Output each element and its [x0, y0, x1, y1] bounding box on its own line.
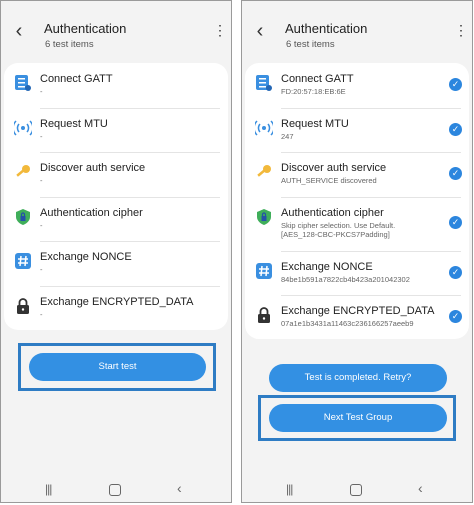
test-item-exchange-encrypted-data[interactable]: Exchange ENCRYPTED_DATA - [4, 285, 228, 331]
test-item-name: Exchange ENCRYPTED_DATA [40, 295, 194, 308]
next-test-group-button[interactable]: Next Test Group [269, 404, 447, 432]
recent-apps-icon[interactable]: ||| [45, 482, 52, 496]
test-item-name: Discover auth service [40, 162, 146, 174]
page-subtitle: 6 test items [45, 39, 94, 50]
test-item-name: Discover auth service [281, 162, 387, 174]
test-item-name: Exchange NONCE [281, 260, 373, 273]
test-item-name: Connect GATT [281, 73, 354, 85]
back-arrow-icon[interactable]: ‹ [9, 21, 29, 43]
more-options-icon[interactable]: ⋮ [213, 23, 227, 37]
hash-icon [256, 262, 272, 279]
test-item-result: - [40, 176, 43, 185]
test-item-request-mtu[interactable]: Request MTU 247 ✓ [245, 107, 469, 153]
check-icon: ✓ [449, 167, 462, 180]
start-test-button[interactable]: Start test [29, 353, 206, 381]
key-icon [257, 165, 271, 177]
nav-back-icon[interactable]: ‹ [418, 480, 423, 496]
test-item-result: FD:20:57:18:EB:6E [281, 87, 346, 96]
test-list: Connect GATT - Request MTU - Discover au… [4, 63, 228, 330]
test-list: Connect GATT FD:20:57:18:EB:6E ✓ Request… [245, 63, 469, 339]
test-item-authentication-cipher[interactable]: Authentication cipher - [4, 196, 228, 242]
test-item-discover-auth-service[interactable]: Discover auth service AUTH_SERVICE disco… [245, 152, 469, 197]
shield-icon [16, 208, 30, 225]
check-icon: ✓ [449, 310, 462, 323]
status-bar [1, 1, 231, 15]
test-item-name: Exchange NONCE [40, 251, 132, 263]
back-arrow-icon[interactable]: ‹ [250, 21, 270, 43]
test-item-name: Connect GATT [40, 73, 113, 85]
test-item-name: Authentication cipher [40, 206, 143, 219]
app-header: ‹ Authentication 6 test items ⋮ [1, 15, 231, 59]
test-item-exchange-nonce[interactable]: Exchange NONCE 84be1b591a7822cb4b423a201… [245, 250, 469, 296]
test-item-exchange-nonce[interactable]: Exchange NONCE - [4, 241, 228, 286]
signal-icon [255, 119, 273, 136]
checklist-icon [15, 75, 31, 91]
system-nav-bar: ||| ‹ [1, 478, 231, 502]
test-item-result: - [40, 309, 43, 319]
test-item-result: AUTH_SERVICE discovered [281, 176, 377, 185]
hash-icon [15, 253, 31, 269]
more-options-icon[interactable]: ⋮ [454, 23, 468, 37]
page-title: Authentication [44, 21, 127, 36]
phone-screen-right: ‹ Authentication 6 test items ⋮ Connect … [241, 0, 473, 503]
shield-icon [257, 208, 271, 225]
key-icon [16, 165, 30, 177]
home-icon[interactable] [350, 484, 362, 496]
lock-icon [17, 297, 29, 314]
nav-back-icon[interactable]: ‹ [177, 480, 182, 496]
checklist-icon [256, 75, 272, 91]
test-item-connect-gatt[interactable]: Connect GATT FD:20:57:18:EB:6E ✓ [245, 63, 469, 108]
test-item-result: 247 [281, 131, 294, 141]
test-item-result: - [40, 131, 43, 141]
test-item-result: 07a1e1b3431a11463c236166257aeeb9 [281, 319, 414, 328]
test-item-result: 84be1b591a7822cb4b423a201042302 [281, 274, 410, 284]
page-subtitle: 6 test items [286, 39, 335, 50]
test-item-result: - [40, 220, 43, 230]
test-item-result: - [40, 265, 43, 274]
test-item-discover-auth-service[interactable]: Discover auth service - [4, 152, 228, 197]
home-icon[interactable] [109, 484, 121, 496]
test-item-connect-gatt[interactable]: Connect GATT - [4, 63, 228, 108]
test-item-name: Exchange ENCRYPTED_DATA [281, 305, 435, 317]
test-item-name: Authentication cipher [281, 206, 384, 219]
check-icon: ✓ [449, 215, 462, 229]
signal-icon [14, 119, 32, 136]
lock-icon [258, 307, 270, 323]
test-item-exchange-encrypted-data[interactable]: Exchange ENCRYPTED_DATA 07a1e1b3431a1146… [245, 295, 469, 340]
app-header: ‹ Authentication 6 test items ⋮ [242, 15, 472, 59]
test-item-name: Request MTU [281, 117, 349, 130]
phone-screen-left: ‹ Authentication 6 test items ⋮ Connect … [0, 0, 232, 503]
recent-apps-icon[interactable]: ||| [286, 482, 293, 496]
test-item-request-mtu[interactable]: Request MTU - [4, 107, 228, 153]
retry-button[interactable]: Test is completed. Retry? [269, 364, 447, 392]
test-item-name: Request MTU [40, 117, 108, 130]
status-bar [242, 1, 472, 15]
test-item-result: - [40, 87, 43, 96]
test-item-authentication-cipher[interactable]: Authentication cipher Skip cipher select… [245, 196, 469, 251]
test-item-result: Skip cipher selection. Use Default. [AES… [281, 220, 396, 240]
check-icon: ✓ [449, 265, 462, 279]
system-nav-bar: ||| ‹ [242, 478, 472, 502]
page-title: Authentication [285, 21, 368, 36]
check-icon: ✓ [449, 122, 462, 136]
check-icon: ✓ [449, 78, 462, 91]
